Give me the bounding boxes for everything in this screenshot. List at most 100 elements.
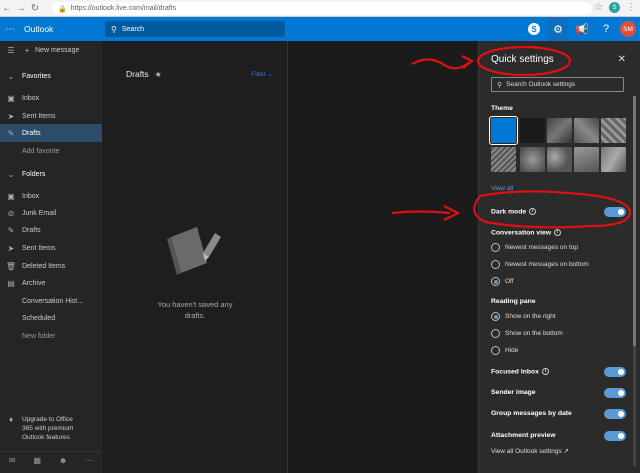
group-messages-toggle[interactable] [604, 409, 626, 419]
radio-button[interactable] [491, 329, 500, 338]
settings-search-input[interactable]: ⚲ Search Outlook settings [491, 77, 624, 92]
new-message-button[interactable]: New message [35, 47, 79, 54]
folder-label: Archive [22, 279, 46, 287]
diamond-icon: ♦ [8, 415, 14, 424]
folder-item-junk[interactable]: ⊘ Junk Email [0, 204, 102, 222]
add-favorite-link[interactable]: Add favorite [0, 142, 102, 160]
back-icon[interactable]: ← [0, 1, 14, 15]
filter-button[interactable]: Filter ⌄ [251, 70, 273, 78]
folder-item-inbox[interactable]: ▣ Inbox [0, 187, 102, 205]
upgrade-line: Upgrade to Office [22, 416, 73, 423]
dark-mode-text: Dark mode [491, 208, 527, 216]
radio-button[interactable] [491, 312, 500, 321]
folders-label: Folders [22, 170, 46, 178]
browser-menu-icon[interactable]: ⋮ [626, 2, 636, 13]
radio-newest-top[interactable]: Newest messages on top [491, 243, 578, 252]
theme-swatch-10[interactable] [601, 147, 626, 172]
radio-label: Newest messages on bottom [505, 261, 589, 268]
radio-hide[interactable]: Hide [491, 346, 518, 355]
theme-swatch-blue[interactable] [489, 116, 518, 145]
group-messages-label: Group messages by date [491, 410, 572, 417]
app-name[interactable]: Outlook [24, 24, 53, 34]
message-list: Drafts ★ Filter ⌄ You haven't saved any … [102, 41, 288, 473]
skype-button[interactable]: S [524, 17, 544, 41]
inbox-icon: ▣ [7, 191, 15, 201]
fav-item-sent[interactable]: ➤ Sent Items [0, 107, 102, 125]
trash-icon: 🗑 [5, 261, 17, 271]
calendar-icon[interactable]: ▦ [33, 456, 41, 465]
theme-swatch-8[interactable] [547, 147, 572, 172]
hamburger-icon[interactable]: ☰ [0, 46, 22, 55]
theme-swatch-6[interactable] [491, 147, 516, 172]
mail-icon[interactable]: ✉ [9, 456, 16, 465]
attachment-preview-toggle[interactable] [604, 431, 626, 441]
reload-icon[interactable]: ↻ [28, 1, 42, 15]
view-all-settings-text: View all Outlook settings [491, 448, 562, 455]
theme-swatch-7[interactable] [520, 147, 545, 172]
folder-item-scheduled[interactable]: Scheduled [0, 309, 102, 327]
close-icon[interactable]: ✕ [618, 54, 626, 65]
scrollbar[interactable] [633, 96, 636, 466]
bookmark-star-icon[interactable]: ☆ [594, 2, 603, 13]
radio-button[interactable] [491, 346, 500, 355]
radio-label: Newest messages on top [505, 244, 578, 251]
radio-show-right[interactable]: Show on the right [491, 312, 556, 321]
radio-newest-bottom[interactable]: Newest messages on bottom [491, 260, 589, 269]
avatar[interactable]: SM [620, 21, 636, 37]
radio-button[interactable] [491, 277, 500, 286]
search-input[interactable]: ⚲ Search [105, 21, 285, 37]
sender-image-toggle[interactable] [604, 388, 626, 398]
quick-settings-title: Quick settings [491, 54, 554, 65]
settings-button[interactable]: ⚙ [548, 17, 568, 41]
browser-profile-icon[interactable]: S [609, 2, 620, 13]
add-favorite-label: Add favorite [22, 147, 60, 155]
folders-header[interactable]: ⌄ Folders [0, 165, 102, 183]
radio-conversation-off[interactable]: Off [491, 277, 514, 286]
upgrade-line: 365 with premium [22, 425, 74, 432]
help-button[interactable]: ? [596, 17, 616, 41]
address-bar[interactable]: 🔒 https://outlook.live.com/mail/drafts [52, 2, 592, 15]
send-icon: ➤ [7, 243, 15, 253]
attachment-preview-label: Attachment preview [491, 432, 556, 439]
app-launcher-icon[interactable]: ⋯ [0, 17, 20, 41]
forward-icon[interactable]: → [14, 1, 28, 15]
settings-search-placeholder: Search Outlook settings [506, 81, 576, 88]
whats-new-button[interactable]: 📢 [572, 17, 592, 41]
fav-item-drafts[interactable]: ✎ Drafts [0, 124, 102, 142]
new-folder-label: New folder [22, 332, 56, 340]
radio-show-bottom[interactable]: Show on the bottom [491, 329, 563, 338]
info-icon[interactable]: i [529, 208, 537, 215]
theme-swatch-dark[interactable] [520, 118, 545, 143]
empty-drafts-illustration [167, 227, 221, 275]
favorites-header[interactable]: ⌄ Favorites [0, 67, 102, 85]
star-icon[interactable]: ★ [155, 70, 162, 79]
folder-item-sent[interactable]: ➤ Sent Items [0, 239, 102, 257]
folder-item-conversation-history[interactable]: Conversation Hist... [0, 292, 102, 310]
info-icon[interactable]: i [554, 229, 562, 236]
focused-inbox-toggle[interactable] [604, 367, 626, 377]
folder-item-archive[interactable]: ▤ Archive [0, 274, 102, 292]
chevron-down-icon: ⌄ [7, 169, 15, 179]
people-icon[interactable]: ☻ [59, 456, 67, 465]
folder-label: Deleted Items [22, 262, 66, 270]
radio-button[interactable] [491, 243, 500, 252]
radio-button[interactable] [491, 260, 500, 269]
folder-title: Drafts [126, 69, 149, 79]
dark-mode-toggle[interactable] [604, 207, 626, 217]
folder-label: Junk Email [22, 209, 57, 217]
pencil-icon: ✎ [7, 128, 15, 138]
info-icon[interactable]: i [541, 368, 549, 375]
folder-item-drafts[interactable]: ✎ Drafts [0, 221, 102, 239]
theme-swatch-3[interactable] [547, 118, 572, 143]
folder-item-deleted[interactable]: 🗑 Deleted Items [0, 257, 102, 275]
more-icon[interactable]: ⋯ [85, 456, 93, 465]
theme-swatch-4[interactable] [574, 118, 599, 143]
view-all-themes-link[interactable]: View all [491, 185, 513, 192]
new-folder-link[interactable]: New folder [0, 327, 102, 345]
upgrade-banner[interactable]: ♦ Upgrade to Office 365 with premium Out… [0, 415, 102, 442]
view-all-settings-link[interactable]: View all Outlook settings ↗ [491, 447, 569, 455]
theme-swatch-5[interactable] [601, 118, 626, 143]
theme-swatch-9[interactable] [574, 147, 599, 172]
fav-item-inbox[interactable]: ▣ Inbox [0, 89, 102, 107]
plus-icon: + [24, 45, 30, 55]
